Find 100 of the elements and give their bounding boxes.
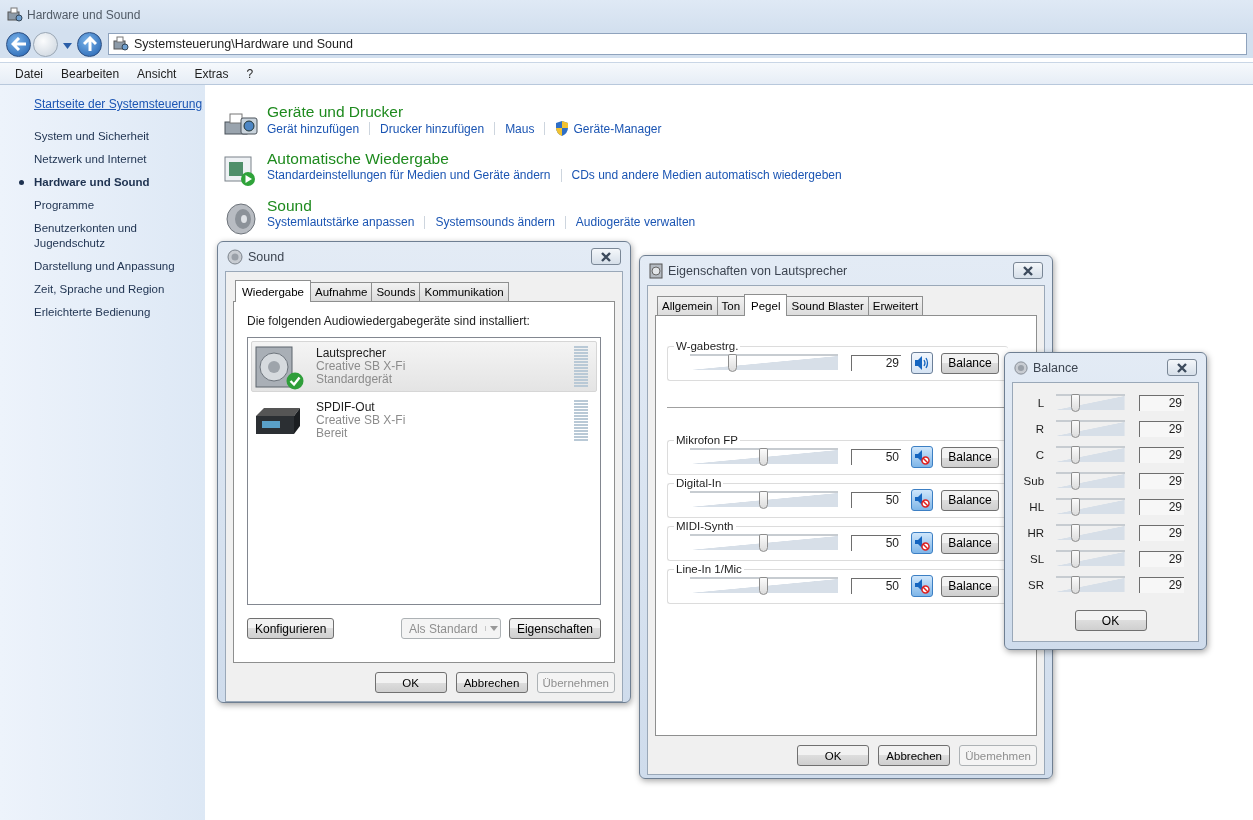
up-button[interactable] xyxy=(77,31,102,57)
slider-thumb[interactable] xyxy=(759,534,768,552)
value-field[interactable]: 29 xyxy=(1138,498,1184,515)
slider-thumb[interactable] xyxy=(1070,445,1080,464)
sidebar-item[interactable]: Erleichterte Bedienung xyxy=(19,305,184,320)
category-title[interactable]: Sound xyxy=(267,196,696,215)
volume-slider[interactable] xyxy=(690,534,838,552)
category-title[interactable]: Geräte und Drucker xyxy=(267,102,662,121)
task-link[interactable]: CDs und andere Medien automatisch wiedergeben xyxy=(571,168,842,182)
volume-slider[interactable] xyxy=(690,354,838,372)
balance-button[interactable]: Balance xyxy=(941,446,999,468)
menu-item[interactable]: Ansicht xyxy=(128,66,186,81)
sidebar-item[interactable]: Programme xyxy=(19,198,184,213)
dialog-button[interactable]: OK xyxy=(374,672,447,693)
value-field[interactable]: 29 xyxy=(1138,420,1184,437)
device-item[interactable]: Lautsprecher Creative SB X-Fi Standardgerät xyxy=(251,341,597,392)
tab[interactable]: Sounds xyxy=(371,282,421,301)
menu-item[interactable]: Extras xyxy=(185,66,238,81)
slider-thumb[interactable] xyxy=(759,491,768,509)
mute-button[interactable] xyxy=(911,446,933,468)
mute-button[interactable] xyxy=(911,575,933,597)
task-link[interactable]: Gerät hinzufügen xyxy=(267,121,360,136)
volume-slider[interactable] xyxy=(1056,445,1125,464)
tab[interactable]: Aufnahme xyxy=(310,282,373,301)
back-button[interactable] xyxy=(6,31,31,57)
volume-slider[interactable] xyxy=(1056,471,1125,490)
volume-slider[interactable] xyxy=(1056,575,1125,594)
sidebar-item[interactable]: Darstellung und Anpassung xyxy=(19,259,184,274)
sidebar-item[interactable]: Hardware und Sound xyxy=(19,175,184,190)
device-item[interactable]: SPDIF-Out Creative SB X-Fi Bereit xyxy=(251,395,597,446)
sidebar-item[interactable]: Zeit, Sprache und Region xyxy=(19,282,184,297)
slider-thumb[interactable] xyxy=(759,577,768,595)
balance-button[interactable]: Balance xyxy=(941,352,999,374)
sidebar-item[interactable]: System und Sicherheit xyxy=(19,129,184,144)
tab[interactable]: Allgemein xyxy=(657,296,718,315)
slider-thumb[interactable] xyxy=(1070,575,1080,594)
speaker-icon xyxy=(223,202,259,236)
menu-item[interactable]: Bearbeiten xyxy=(52,66,129,81)
dialog-button[interactable]: Abbrechen xyxy=(455,672,528,693)
ok-button[interactable]: OK xyxy=(1074,610,1147,631)
value-field[interactable]: 50 xyxy=(851,578,901,594)
slider-thumb[interactable] xyxy=(1070,393,1080,412)
dialog-button[interactable]: OK xyxy=(797,745,870,766)
menu-item[interactable]: Datei xyxy=(6,66,52,81)
task-link[interactable]: Maus xyxy=(505,121,535,136)
balance-button[interactable]: Balance xyxy=(941,575,999,597)
task-link[interactable]: Geräte-Manager xyxy=(555,121,662,136)
shield-icon xyxy=(555,121,570,136)
tab[interactable]: Wiedergabe xyxy=(235,280,311,302)
value-field[interactable]: 50 xyxy=(851,449,901,465)
volume-slider[interactable] xyxy=(1056,549,1125,568)
menu-item[interactable]: ? xyxy=(237,66,263,81)
mute-button[interactable] xyxy=(911,489,933,511)
dialog-button[interactable]: Abbrechen xyxy=(878,745,951,766)
home-link[interactable]: Startseite der Systemsteuerung xyxy=(34,97,205,111)
address-bar[interactable]: Systemsteuerung\Hardware und Sound xyxy=(108,33,1247,55)
value-field[interactable]: 29 xyxy=(1138,550,1184,567)
value-field[interactable]: 29 xyxy=(1138,524,1184,541)
configure-button[interactable]: Konfigurieren xyxy=(247,618,335,639)
category-title[interactable]: Automatische Wiedergabe xyxy=(267,149,842,168)
slider-thumb[interactable] xyxy=(727,354,737,372)
value-field[interactable]: 50 xyxy=(851,535,901,551)
tab[interactable]: Pegel xyxy=(744,294,788,316)
task-link[interactable]: Standardeinstellungen für Medien und Geräte ändern xyxy=(267,168,551,182)
close-button[interactable] xyxy=(1167,359,1197,376)
sidebar-item[interactable]: Netzwerk und Internet xyxy=(19,152,184,167)
sidebar-item[interactable]: Benutzerkonten und Jugendschutz xyxy=(19,221,184,251)
slider-thumb[interactable] xyxy=(1070,497,1080,516)
tab[interactable]: Kommunikation xyxy=(419,282,509,301)
volume-slider[interactable] xyxy=(690,448,838,466)
slider-thumb[interactable] xyxy=(759,448,768,466)
value-field[interactable]: 29 xyxy=(1138,446,1184,463)
volume-slider[interactable] xyxy=(1056,497,1125,516)
value-field[interactable]: 29 xyxy=(1138,472,1184,489)
task-link[interactable]: Systemlautstärke anpassen xyxy=(267,215,415,229)
tab[interactable]: Sound Blaster xyxy=(786,296,869,315)
mute-button[interactable] xyxy=(911,352,933,374)
volume-slider[interactable] xyxy=(690,491,838,509)
slider-thumb[interactable] xyxy=(1070,523,1080,542)
task-link[interactable]: Drucker hinzufügen xyxy=(380,121,485,136)
balance-button[interactable]: Balance xyxy=(941,532,999,554)
close-button[interactable] xyxy=(1013,262,1043,279)
value-field[interactable]: 29 xyxy=(851,355,901,371)
close-button[interactable] xyxy=(591,248,621,265)
slider-thumb[interactable] xyxy=(1070,471,1080,490)
properties-button[interactable]: Eigenschaften xyxy=(508,618,601,639)
task-link[interactable]: Audiogeräte verwalten xyxy=(575,215,696,229)
slider-thumb[interactable] xyxy=(1070,419,1080,438)
mute-button[interactable] xyxy=(911,532,933,554)
value-field[interactable]: 50 xyxy=(851,492,901,508)
tab[interactable]: Erweitert xyxy=(867,296,924,315)
value-field[interactable]: 29 xyxy=(1138,394,1184,411)
balance-button[interactable]: Balance xyxy=(941,489,999,511)
volume-slider[interactable] xyxy=(1056,523,1125,542)
value-field[interactable]: 29 xyxy=(1138,576,1184,593)
volume-slider[interactable] xyxy=(1056,393,1125,412)
volume-slider[interactable] xyxy=(1056,419,1125,438)
task-link[interactable]: Systemsounds ändern xyxy=(435,215,555,229)
slider-thumb[interactable] xyxy=(1070,549,1080,568)
volume-slider[interactable] xyxy=(690,577,838,595)
